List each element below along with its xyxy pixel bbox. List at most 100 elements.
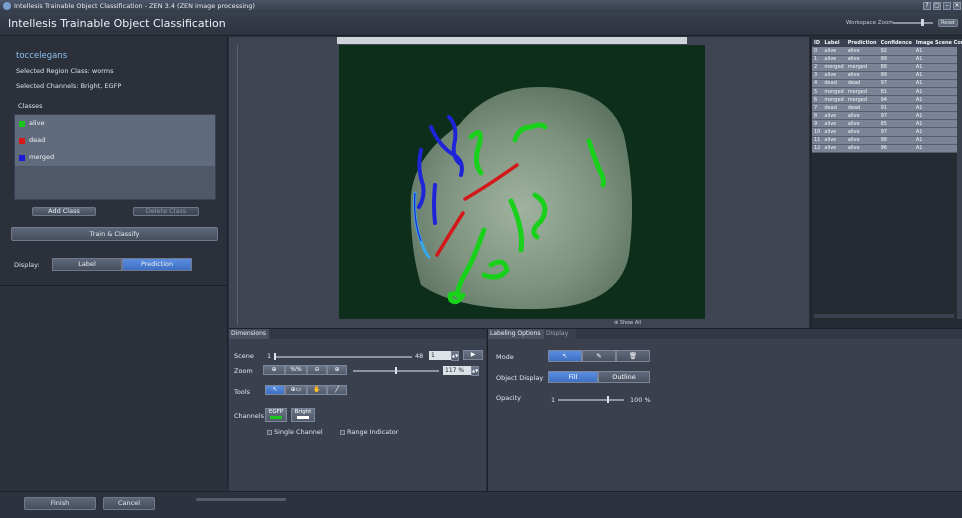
scene-slider-thumb[interactable] — [274, 353, 276, 360]
table-row[interactable]: 2 merged merged 88 A1 — [812, 63, 962, 72]
table-row[interactable]: 7 dead dead 91 A1 — [812, 103, 962, 113]
table-cell: alive — [822, 119, 846, 129]
minimize-icon[interactable]: – — [943, 2, 951, 10]
zoom-spinner[interactable]: ▲▼ — [471, 366, 479, 376]
labeling-options-panel: Labeling Options Display Mode ↖ ✎ 🗑 Obje… — [487, 328, 962, 491]
table-row[interactable]: 11 alive alive 98 A1 — [812, 136, 962, 145]
opacity-slider-thumb[interactable] — [607, 396, 609, 403]
close-icon[interactable]: ✕ — [953, 2, 961, 10]
class-item-merged[interactable]: merged — [15, 149, 215, 166]
tools-label: Tools — [234, 388, 251, 396]
col-image-scene[interactable]: Image Scene Con — [913, 39, 962, 47]
zoom-rect-tool-icon[interactable]: ⊕▭ — [285, 385, 307, 395]
finish-button[interactable]: Finish — [24, 497, 96, 510]
table-row[interactable]: 0 alive alive 92 A1 — [812, 47, 962, 56]
table-cell: A1 — [913, 87, 962, 97]
display-label: Display: — [14, 261, 40, 269]
table-row[interactable]: 3 alive alive 99 A1 — [812, 71, 962, 80]
zoom-fit-icon[interactable]: ⊕ — [263, 365, 285, 375]
single-channel-checkbox[interactable] — [267, 430, 272, 435]
show-all-button[interactable]: ⊕ Show All — [614, 320, 641, 326]
single-channel-label: Single Channel — [274, 428, 323, 436]
pointer-tool-icon[interactable]: ↖ — [265, 385, 285, 395]
scene-max: 48 — [415, 352, 424, 360]
table-row[interactable]: 10 alive alive 97 A1 — [812, 127, 962, 137]
scene-slider[interactable] — [274, 356, 412, 358]
measure-tool-icon[interactable]: ╱ — [327, 385, 347, 395]
table-row[interactable]: 1 alive alive 99 A1 — [812, 55, 962, 64]
table-cell: A1 — [913, 136, 962, 145]
class-list: alive dead merged — [14, 114, 216, 200]
footer-scroll-slider[interactable] — [196, 498, 286, 501]
vertical-scrollbar[interactable] — [957, 47, 962, 319]
channel-bright-color — [297, 416, 309, 419]
zoom-out-icon[interactable]: ⊖ — [307, 365, 327, 375]
zoom-in-icon[interactable]: ⊕ — [327, 365, 347, 375]
col-confidence[interactable]: Confidence — [878, 39, 914, 47]
workspace-zoom-reset-button[interactable]: Reset — [938, 19, 958, 27]
mode-delete-icon[interactable]: 🗑 — [616, 350, 650, 362]
range-indicator-checkbox[interactable] — [340, 430, 345, 435]
table-cell: alive — [822, 136, 846, 145]
workspace-zoom-slider[interactable] — [893, 22, 933, 24]
table-cell: alive — [845, 55, 879, 64]
channel-bright-button[interactable]: Bright — [291, 408, 315, 422]
channel-egfp-button[interactable]: EGFP — [265, 408, 287, 422]
mode-brush-icon[interactable]: ✎ — [582, 350, 616, 362]
display-prediction-toggle[interactable]: Prediction — [122, 258, 192, 271]
table-cell: 12 — [812, 144, 823, 153]
table-cell: 3 — [812, 71, 823, 80]
class-item-dead[interactable]: dead — [15, 132, 215, 149]
table-row[interactable]: 12 alive alive 96 A1 — [812, 144, 962, 153]
class-item-alive[interactable]: alive — [15, 115, 215, 132]
table-row[interactable]: 6 merged merged 94 A1 — [812, 95, 962, 105]
table-row[interactable]: 4 dead dead 97 A1 — [812, 79, 962, 88]
zoom-slider-thumb[interactable] — [395, 367, 397, 374]
scene-spinner[interactable]: ▲▼ — [451, 351, 459, 361]
tab-display[interactable]: Display — [546, 329, 576, 339]
col-label[interactable]: Label — [822, 39, 846, 47]
zoom-label: Zoom — [234, 367, 253, 375]
cancel-button[interactable]: Cancel — [103, 497, 155, 510]
help-icon[interactable]: ? — [923, 2, 931, 10]
delete-class-button[interactable]: Delete Class — [133, 207, 199, 216]
add-class-button[interactable]: Add Class — [32, 207, 96, 216]
table-cell: 2 — [812, 63, 823, 72]
display-label-toggle[interactable]: Label — [52, 258, 122, 271]
table-cell: alive — [822, 111, 846, 121]
table-cell: 81 — [878, 87, 914, 97]
table-row[interactable]: 5 merged merged 81 A1 — [812, 87, 962, 97]
table-cell: A1 — [913, 79, 962, 88]
col-prediction[interactable]: Prediction — [845, 39, 879, 47]
object-display-fill-toggle[interactable]: Fill — [548, 371, 598, 383]
mode-select-icon[interactable]: ↖ — [548, 350, 582, 362]
table-cell: 8 — [812, 111, 823, 121]
table-cell: 97 — [878, 111, 914, 121]
opacity-slider[interactable] — [558, 399, 624, 401]
table-row[interactable]: 9 alive alive 85 A1 — [812, 119, 962, 129]
tab-labeling-options[interactable]: Labeling Options — [488, 329, 544, 339]
restore-icon[interactable]: ▢ — [933, 2, 941, 10]
pan-hand-icon[interactable]: ✋ — [307, 385, 327, 395]
zoom-100-button[interactable]: %% — [285, 365, 307, 375]
col-id[interactable]: ID — [812, 39, 823, 47]
play-icon[interactable]: ▶ — [463, 350, 483, 360]
tab-dimensions[interactable]: Dimensions — [229, 329, 269, 339]
selected-region-class: Selected Region Class: worms — [16, 67, 114, 75]
zoom-input[interactable]: 117 % — [443, 366, 471, 375]
table-row[interactable]: 8 alive alive 97 A1 — [812, 111, 962, 121]
microscopy-image[interactable] — [339, 45, 705, 319]
table-cell: 11 — [812, 136, 823, 145]
table-cell: A1 — [913, 63, 962, 72]
table-cell: alive — [822, 47, 846, 56]
table-body: 0 alive alive 92 A1 1 alive alive 99 A1 2 merged mer… — [812, 47, 962, 153]
object-display-outline-toggle[interactable]: Outline — [598, 371, 650, 383]
horizontal-scrollbar[interactable] — [814, 314, 954, 318]
table-cell: merged — [822, 95, 846, 105]
train-classify-button[interactable]: Train & Classify — [11, 227, 218, 241]
workspace-zoom-thumb[interactable] — [921, 19, 924, 26]
table-cell: 4 — [812, 79, 823, 88]
table-cell: A1 — [913, 47, 962, 56]
scene-input[interactable]: 1 — [429, 351, 451, 360]
table-cell: alive — [822, 127, 846, 137]
